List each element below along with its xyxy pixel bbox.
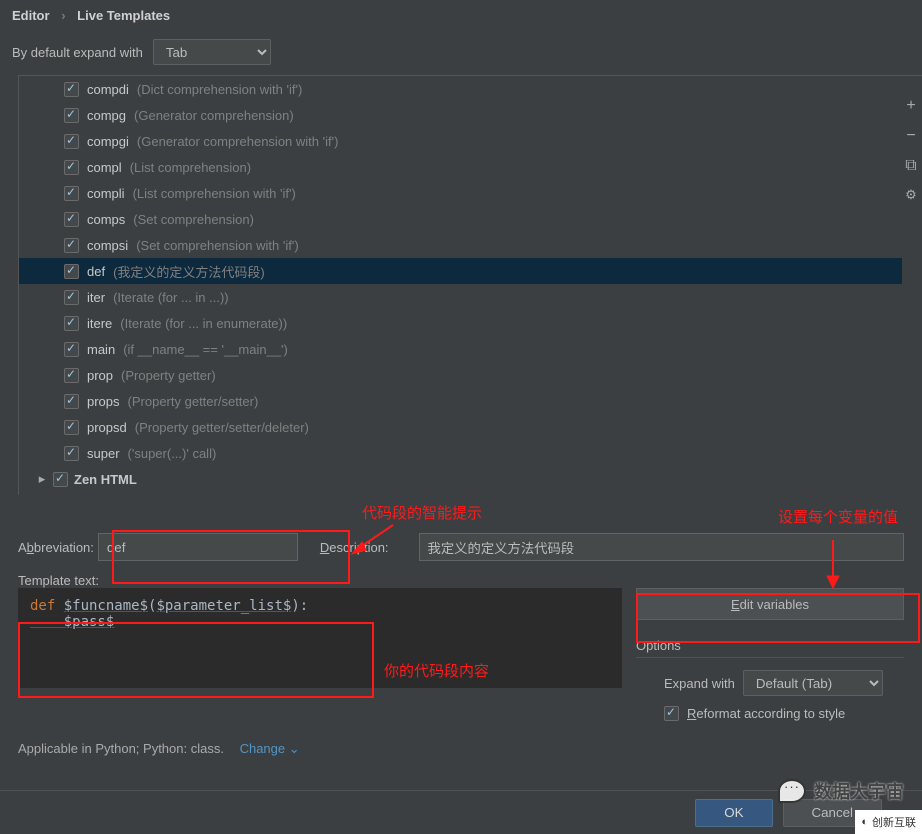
template-item-iter[interactable]: iter (Iterate (for ... in ...)) bbox=[19, 284, 902, 310]
template-name: props bbox=[87, 394, 120, 409]
template-checkbox[interactable] bbox=[64, 238, 79, 253]
template-name: propsd bbox=[87, 420, 127, 435]
template-checkbox[interactable] bbox=[64, 82, 79, 97]
add-icon[interactable]: + bbox=[906, 97, 915, 115]
copy-icon[interactable]: ⧉ bbox=[905, 157, 916, 175]
template-checkbox[interactable] bbox=[64, 316, 79, 331]
template-text-label: Template text: bbox=[18, 573, 904, 588]
template-checkbox[interactable] bbox=[64, 186, 79, 201]
template-name: compl bbox=[87, 160, 122, 175]
template-checkbox[interactable] bbox=[64, 212, 79, 227]
template-item-itere[interactable]: itere (Iterate (for ... in enumerate)) bbox=[19, 310, 902, 336]
template-desc: (Set comprehension) bbox=[133, 212, 254, 227]
template-item-main[interactable]: main (if __name__ == '__main__') bbox=[19, 336, 902, 362]
template-desc: (List comprehension) bbox=[130, 160, 251, 175]
template-text-editor[interactable]: def $funcname$($parameter_list$): $pass$ bbox=[18, 588, 622, 688]
template-item-propsd[interactable]: propsd (Property getter/setter/deleter) bbox=[19, 414, 902, 440]
remove-icon[interactable]: − bbox=[906, 127, 915, 145]
template-desc: (Property getter) bbox=[121, 368, 216, 383]
template-item-compg[interactable]: compg (Generator comprehension) bbox=[19, 102, 902, 128]
change-contexts-link[interactable]: Change bbox=[240, 741, 300, 756]
breadcrumb-editor[interactable]: Editor bbox=[12, 8, 50, 23]
template-name: iter bbox=[87, 290, 105, 305]
template-group-zen-html[interactable]: ▸ Zen HTML bbox=[19, 466, 902, 492]
ok-button[interactable]: OK bbox=[695, 799, 772, 827]
template-desc: (Iterate (for ... in ...)) bbox=[113, 290, 229, 305]
template-desc: (Generator comprehension) bbox=[134, 108, 294, 123]
template-checkbox[interactable] bbox=[64, 134, 79, 149]
watermark-corner: ◐ 创新互联 bbox=[855, 810, 922, 834]
template-item-compl[interactable]: compl (List comprehension) bbox=[19, 154, 902, 180]
template-name: main bbox=[87, 342, 115, 357]
template-desc: (Property getter/setter/deleter) bbox=[135, 420, 309, 435]
options-label: Options bbox=[636, 638, 904, 653]
template-checkbox[interactable] bbox=[64, 108, 79, 123]
template-item-compli[interactable]: compli (List comprehension with 'if') bbox=[19, 180, 902, 206]
wechat-icon bbox=[778, 779, 806, 803]
edit-variables-button[interactable]: Edit variables bbox=[636, 588, 904, 620]
template-desc: ('super(...)' call) bbox=[128, 446, 217, 461]
template-checkbox[interactable] bbox=[64, 264, 79, 279]
template-item-compsi[interactable]: compsi (Set comprehension with 'if') bbox=[19, 232, 902, 258]
template-name: comps bbox=[87, 212, 125, 227]
templates-list[interactable]: compdi (Dict comprehension with 'if')com… bbox=[18, 75, 922, 495]
expand-with-label: By default expand with bbox=[12, 45, 143, 60]
template-name: super bbox=[87, 446, 120, 461]
description-label: Description: bbox=[320, 540, 389, 555]
template-checkbox[interactable] bbox=[64, 394, 79, 409]
template-item-def[interactable]: def (我定义的定义方法代码段) bbox=[19, 258, 902, 284]
template-name: compg bbox=[87, 108, 126, 123]
template-item-compgi[interactable]: compgi (Generator comprehension with 'if… bbox=[19, 128, 902, 154]
expand-with-option-select[interactable]: Default (Tab) bbox=[743, 670, 883, 696]
template-checkbox[interactable] bbox=[64, 368, 79, 383]
breadcrumb-sep: › bbox=[61, 8, 65, 23]
template-name: compgi bbox=[87, 134, 129, 149]
logo-icon: ◐ bbox=[861, 816, 868, 828]
template-desc: (Set comprehension with 'if') bbox=[136, 238, 298, 253]
settings-icon[interactable]: ⚙ bbox=[905, 187, 917, 203]
breadcrumb-live-templates[interactable]: Live Templates bbox=[77, 8, 170, 23]
template-desc: (Generator comprehension with 'if') bbox=[137, 134, 339, 149]
template-name: prop bbox=[87, 368, 113, 383]
template-item-super[interactable]: super ('super(...)' call) bbox=[19, 440, 902, 466]
expand-icon[interactable]: ▸ bbox=[37, 471, 47, 487]
reformat-checkbox[interactable] bbox=[664, 706, 679, 721]
abbreviation-input[interactable] bbox=[98, 533, 298, 561]
template-checkbox[interactable] bbox=[64, 446, 79, 461]
template-desc: (Property getter/setter) bbox=[128, 394, 259, 409]
reformat-label: Reformat according to style bbox=[687, 706, 845, 721]
abbreviation-label: Abbreviation: bbox=[18, 540, 94, 555]
template-desc: (我定义的定义方法代码段) bbox=[113, 262, 265, 281]
expand-with-option-label: Expand with bbox=[664, 676, 735, 691]
template-name: def bbox=[87, 264, 105, 279]
template-item-comps[interactable]: comps (Set comprehension) bbox=[19, 206, 902, 232]
template-item-prop[interactable]: prop (Property getter) bbox=[19, 362, 902, 388]
template-desc: (if __name__ == '__main__') bbox=[123, 342, 288, 357]
watermark: 数据大宇宙 bbox=[778, 778, 904, 804]
template-name: compli bbox=[87, 186, 125, 201]
template-desc: (Iterate (for ... in enumerate)) bbox=[120, 316, 287, 331]
template-checkbox[interactable] bbox=[64, 342, 79, 357]
group-label: Zen HTML bbox=[74, 472, 137, 487]
template-item-props[interactable]: props (Property getter/setter) bbox=[19, 388, 902, 414]
expand-with-select[interactable]: Tab bbox=[153, 39, 271, 65]
template-checkbox[interactable] bbox=[64, 420, 79, 435]
template-desc: (Dict comprehension with 'if') bbox=[137, 82, 302, 97]
description-input[interactable] bbox=[419, 533, 904, 561]
applicable-contexts: Applicable in Python; Python: class. bbox=[18, 741, 224, 756]
template-checkbox[interactable] bbox=[64, 160, 79, 175]
template-desc: (List comprehension with 'if') bbox=[133, 186, 296, 201]
template-name: compsi bbox=[87, 238, 128, 253]
group-checkbox[interactable] bbox=[53, 472, 68, 487]
template-item-compdi[interactable]: compdi (Dict comprehension with 'if') bbox=[19, 76, 902, 102]
template-checkbox[interactable] bbox=[64, 290, 79, 305]
template-name: compdi bbox=[87, 82, 129, 97]
template-name: itere bbox=[87, 316, 112, 331]
breadcrumb: Editor › Live Templates bbox=[0, 0, 922, 35]
